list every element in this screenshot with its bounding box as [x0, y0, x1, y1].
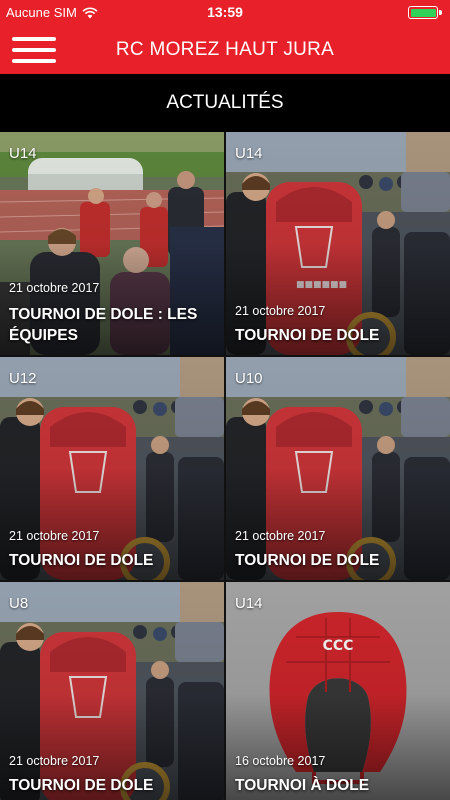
news-title: TOURNOI DE DOLE [235, 327, 380, 344]
news-category: U14 [235, 145, 263, 162]
news-title: TOURNOI À DOLE [235, 777, 370, 794]
news-card[interactable]: U8 21 octobre 2017 TOURNOI DE DOLE [0, 582, 224, 800]
news-date: 16 octobre 2017 [235, 754, 326, 768]
news-date: 21 octobre 2017 [235, 304, 326, 318]
battery-icon [408, 6, 442, 19]
news-title: TOURNOI DE DOLE : LES ÉQUIPES [9, 306, 198, 344]
news-date: 21 octobre 2017 [9, 754, 100, 768]
news-category: U14 [9, 145, 37, 162]
news-card[interactable]: CCC U14 16 octobre 2017 TOURNOI À DOLE [226, 582, 450, 800]
news-title: TOURNOI DE DOLE [9, 777, 154, 794]
news-category: U12 [9, 370, 37, 387]
nav-bar: RC MOREZ HAUT JURA [0, 26, 450, 74]
news-card[interactable]: U10 21 octobre 2017 TOURNOI DE DOLE [226, 357, 450, 580]
news-category: U14 [235, 595, 263, 612]
news-card[interactable]: ■■■■■■ U14 21 octobre 2017 TOURNOI DE DO… [226, 132, 450, 355]
news-title: TOURNOI DE DOLE [9, 552, 154, 569]
news-title: TOURNOI DE DOLE [235, 552, 380, 569]
section-title: ACTUALITÉS [0, 74, 450, 132]
news-card[interactable]: U12 21 octobre 2017 TOURNOI DE DOLE [0, 357, 224, 580]
news-date: 21 octobre 2017 [9, 281, 100, 295]
news-category: U8 [9, 595, 29, 612]
news-date: 21 octobre 2017 [9, 529, 100, 543]
news-category: U10 [235, 370, 263, 387]
news-grid: U14 21 octobre 2017 TOURNOI DE DOLE : LE… [0, 132, 450, 800]
news-card[interactable]: U14 21 octobre 2017 TOURNOI DE DOLE : LE… [0, 132, 224, 355]
status-bar: Aucune SIM 13:59 [0, 0, 450, 26]
news-date: 21 octobre 2017 [235, 529, 326, 543]
app-title: RC MOREZ HAUT JURA [115, 39, 335, 60]
clock: 13:59 [207, 4, 243, 20]
